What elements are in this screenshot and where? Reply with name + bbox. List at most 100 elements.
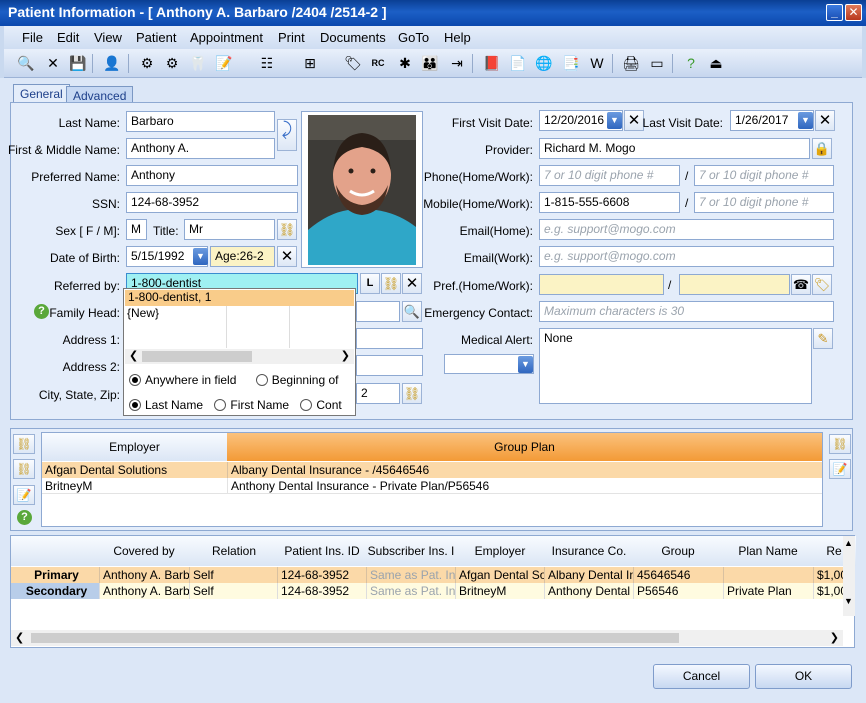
dropdown-new-item[interactable]: {New} bbox=[127, 306, 159, 320]
pref-phone-icon[interactable]: ☎ bbox=[791, 274, 811, 295]
ledger-icon[interactable]: 📕 bbox=[482, 54, 502, 73]
field-contact-radio[interactable]: Cont bbox=[300, 398, 342, 412]
note-icon[interactable]: 📝 bbox=[214, 54, 234, 73]
minimize-button[interactable]: _ bbox=[826, 4, 843, 21]
insurance-h-scrollbar[interactable]: ❮ ❯ bbox=[11, 630, 843, 646]
medical-alert-select[interactable]: ▼ bbox=[444, 354, 534, 374]
medical-alert-field[interactable]: None bbox=[539, 328, 812, 404]
close-button[interactable]: ✕ bbox=[845, 4, 862, 21]
title-field[interactable]: Mr bbox=[184, 219, 275, 240]
tab-general[interactable]: General bbox=[13, 84, 70, 103]
pref-home-field[interactable] bbox=[539, 274, 664, 295]
tag-icon[interactable]: 🏷 bbox=[343, 54, 363, 73]
web-icon[interactable]: 🌐 bbox=[534, 54, 554, 73]
delete-icon[interactable]: ✕ bbox=[43, 54, 63, 73]
match-beginning-radio[interactable]: Beginning of bbox=[255, 373, 338, 387]
menu-view[interactable]: View bbox=[94, 30, 122, 45]
chart-icon[interactable]: ⚙ bbox=[137, 54, 157, 73]
plan-edit-icon[interactable]: 📝 bbox=[829, 459, 851, 479]
family-icon[interactable]: 👪 bbox=[420, 54, 440, 73]
card-icon[interactable]: ▭ bbox=[647, 54, 667, 73]
menu-goto[interactable]: GoTo bbox=[398, 30, 429, 45]
dropdown-highlight-item[interactable]: 1-800-dentist, 1 bbox=[125, 290, 354, 306]
first-visit-clear-icon[interactable]: ✕ bbox=[624, 110, 644, 131]
dob-dropdown-icon[interactable]: ▼ bbox=[193, 248, 208, 265]
first-name-field[interactable]: Anthony A. bbox=[126, 138, 275, 159]
match-anywhere-radio[interactable]: Anywhere in field bbox=[129, 373, 236, 387]
sex-field[interactable]: M bbox=[126, 219, 147, 240]
employer-col-header[interactable]: Employer bbox=[455, 544, 545, 558]
table-row[interactable]: Secondary Anthony A. Barb Self 124-68-39… bbox=[11, 583, 843, 599]
provider-field[interactable]: Richard M. Mogo bbox=[539, 138, 810, 159]
email-work-field[interactable]: e.g. support@mogo.com bbox=[539, 246, 834, 267]
import-icon[interactable]: ⇥ bbox=[447, 54, 467, 73]
help-circle-icon[interactable]: ? bbox=[34, 304, 49, 319]
menu-documents[interactable]: Documents bbox=[320, 30, 386, 45]
group-plan-header[interactable]: Group Plan bbox=[227, 433, 822, 461]
exit-icon[interactable]: ⏏ bbox=[706, 54, 726, 73]
pref-work-field[interactable] bbox=[679, 274, 790, 295]
menu-file[interactable]: File bbox=[22, 30, 43, 45]
last-name-field[interactable]: Barbaro bbox=[126, 111, 275, 132]
tools-icon[interactable]: ☷ bbox=[257, 54, 277, 73]
grid-icon[interactable]: ⊞ bbox=[300, 54, 320, 73]
dropdown-scrollbar[interactable]: ❮ ❯ bbox=[125, 349, 354, 364]
field-last-name-radio[interactable]: Last Name bbox=[129, 398, 203, 412]
menu-edit[interactable]: Edit bbox=[57, 30, 79, 45]
l-button[interactable]: L bbox=[360, 273, 380, 294]
first-visit-dropdown-icon[interactable]: ▼ bbox=[607, 112, 622, 129]
last-visit-clear-icon[interactable]: ✕ bbox=[815, 110, 835, 131]
address1-field[interactable] bbox=[356, 328, 423, 349]
ok-button[interactable]: OK bbox=[755, 664, 852, 689]
clear-dob-icon[interactable]: ✕ bbox=[277, 246, 297, 267]
phone-work-field[interactable]: 7 or 10 digit phone # bbox=[694, 165, 834, 186]
pref-tag-icon[interactable]: 🏷 bbox=[812, 274, 832, 295]
covered-by-header[interactable]: Covered by bbox=[99, 544, 189, 558]
menu-patient[interactable]: Patient bbox=[136, 30, 176, 45]
help-icon[interactable]: ? bbox=[681, 54, 701, 73]
zip-field[interactable]: 2 bbox=[356, 383, 400, 404]
save-icon[interactable]: 💾 bbox=[68, 54, 88, 73]
insurance-v-scrollbar[interactable]: ▲ ▼ bbox=[843, 536, 855, 616]
family-search-icon[interactable]: 🔍 bbox=[402, 301, 422, 322]
rc-icon[interactable]: RC bbox=[368, 54, 388, 73]
print-icon[interactable]: 🖨 bbox=[621, 54, 641, 73]
referred-clear-icon[interactable]: ✕ bbox=[402, 273, 422, 294]
referred-link-icon[interactable]: ⛓ bbox=[381, 273, 401, 294]
plan-link-icon[interactable]: ⛓ bbox=[829, 434, 851, 454]
forms-icon[interactable]: 📄 bbox=[508, 54, 528, 73]
swap-icon[interactable]: ⤸ bbox=[277, 119, 297, 151]
ssn-field[interactable]: 124-68-3952 bbox=[126, 192, 298, 213]
mobile-home-field[interactable]: 1-815-555-6608 bbox=[539, 192, 680, 213]
provider-lock-icon[interactable]: 🔒 bbox=[812, 138, 832, 159]
employer-link-icon[interactable]: ⛓ bbox=[13, 434, 35, 454]
insurance-co-header[interactable]: Insurance Co. bbox=[544, 544, 634, 558]
employer-unlink-icon[interactable]: ⛓ bbox=[13, 459, 35, 479]
plan-name-header[interactable]: Plan Name bbox=[723, 544, 813, 558]
emergency-field[interactable]: Maximum characters is 30 bbox=[539, 301, 834, 322]
bug-icon[interactable]: ✱ bbox=[395, 54, 415, 73]
email-home-field[interactable]: e.g. support@mogo.com bbox=[539, 219, 834, 240]
employer-help-icon[interactable]: ? bbox=[17, 510, 32, 525]
patient-icon[interactable]: 👤 bbox=[102, 54, 122, 73]
family-head-field[interactable] bbox=[356, 301, 400, 322]
field-first-name-radio[interactable]: First Name bbox=[214, 398, 289, 412]
menu-appointment[interactable]: Appointment bbox=[190, 30, 263, 45]
table-row[interactable]: BritneyM Anthony Dental Insurance - Priv… bbox=[42, 478, 822, 494]
phone-home-field[interactable]: 7 or 10 digit phone # bbox=[539, 165, 680, 186]
zip-link-icon[interactable]: ⛓ bbox=[402, 383, 422, 404]
relation-header[interactable]: Relation bbox=[189, 544, 279, 558]
patient-ins-id-header[interactable]: Patient Ins. ID bbox=[277, 544, 367, 558]
edit-pencil-icon[interactable]: ✎ bbox=[813, 328, 833, 349]
menu-print[interactable]: Print bbox=[278, 30, 305, 45]
preferred-name-field[interactable]: Anthony bbox=[126, 165, 298, 186]
perio-icon[interactable]: ⚙ bbox=[162, 54, 182, 73]
link-icon[interactable]: ⛓ bbox=[277, 219, 297, 240]
word-icon[interactable]: W bbox=[587, 54, 607, 73]
group-header[interactable]: Group bbox=[633, 544, 723, 558]
subscriber-ins-header[interactable]: Subscriber Ins. I bbox=[366, 544, 456, 558]
menu-help[interactable]: Help bbox=[444, 30, 471, 45]
table-row[interactable]: Afgan Dental Solutions Albany Dental Ins… bbox=[42, 462, 822, 478]
find-patient-icon[interactable]: 🔍 bbox=[16, 54, 36, 73]
tooth-icon[interactable]: 🦷 bbox=[188, 54, 208, 73]
